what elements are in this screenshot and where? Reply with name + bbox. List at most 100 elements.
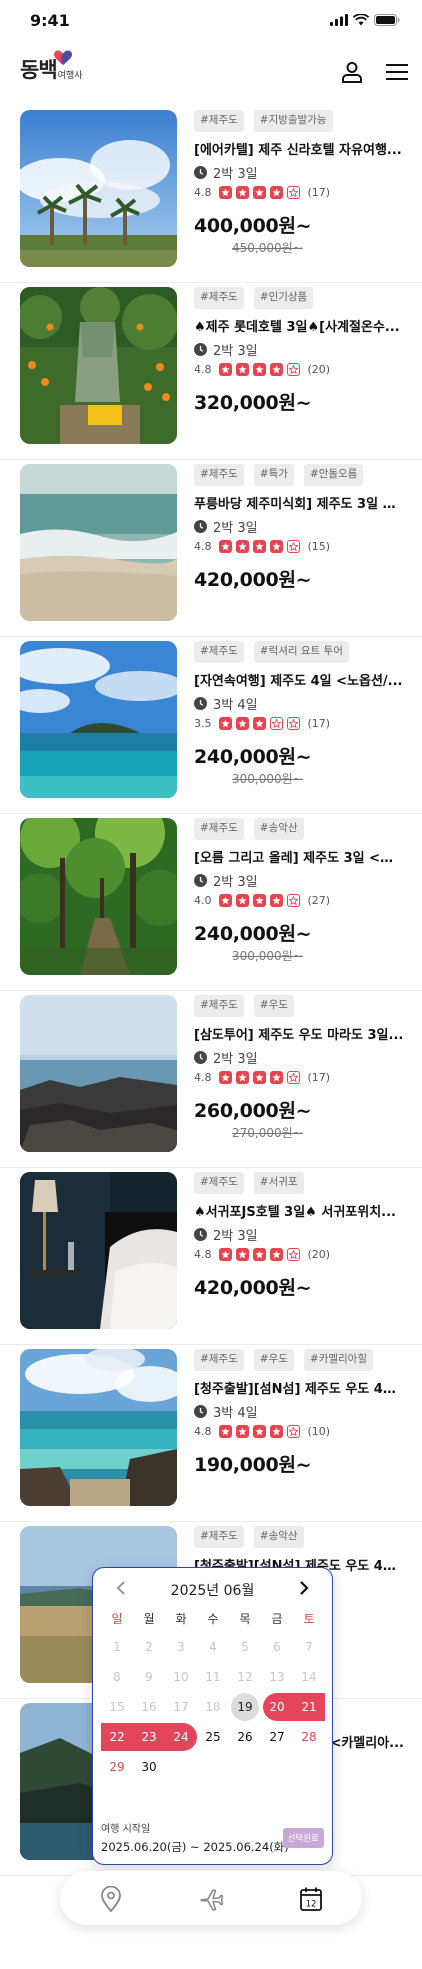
- menu-icon: [386, 64, 408, 80]
- tag[interactable]: #럭셔리 요트 투어: [253, 641, 349, 663]
- tag[interactable]: #제주도: [194, 1526, 244, 1548]
- duration-text: 2박 3일: [213, 167, 258, 182]
- rating-value: 4.8: [194, 363, 212, 376]
- product-title[interactable]: 푸릉바당 제주미식회] 제주도 3일 <...: [194, 493, 404, 512]
- calendar-day-range-start[interactable]: 20: [261, 1693, 293, 1721]
- wifi-icon: [353, 14, 369, 26]
- product-image-tangerine-farm[interactable]: [20, 287, 177, 444]
- star-filled-icon: [269, 1248, 283, 1261]
- star-filled-icon: [235, 186, 249, 199]
- tag[interactable]: #우도: [253, 1349, 294, 1371]
- product-title[interactable]: [자연속여행] 제주도 4일 <노옵션/...: [194, 670, 404, 689]
- product-image-hotel-room[interactable]: [20, 1172, 177, 1329]
- duration-text: 2박 3일: [213, 1052, 258, 1067]
- tag[interactable]: #제주도: [194, 110, 244, 132]
- tag[interactable]: #인기상품: [253, 287, 314, 309]
- calendar-day: 7: [305, 1640, 313, 1654]
- tag[interactable]: #카멜리아힐: [303, 1349, 374, 1371]
- tag-list: #제주도 #송악산: [194, 1526, 404, 1548]
- user-button[interactable]: [338, 58, 366, 86]
- product-card[interactable]: #제주도 #서귀포 ♠서귀포JS호텔 3일♠ 서귀포위치... 2박 3일 4.…: [0, 1168, 422, 1345]
- calendar-day: 1: [113, 1640, 121, 1654]
- weekday-label: 금: [271, 1612, 283, 1626]
- product-image-beach-waves[interactable]: [20, 464, 177, 621]
- tag[interactable]: #특가: [253, 464, 294, 486]
- calendar-header: 2025년 06월: [93, 1578, 332, 1600]
- weekday-label: 토: [303, 1612, 315, 1626]
- product-image-palm-trees[interactable]: [20, 110, 177, 267]
- tag[interactable]: #서귀포: [253, 1172, 304, 1194]
- tag[interactable]: #안돌오름: [303, 464, 364, 486]
- tag[interactable]: #제주도: [194, 641, 244, 663]
- tag[interactable]: #송악산: [253, 818, 304, 840]
- calendar-day-selected[interactable]: 23: [133, 1723, 165, 1751]
- calendar-day[interactable]: 26: [229, 1723, 261, 1751]
- star-empty-icon: [286, 186, 300, 199]
- rating-value: 4.0: [194, 894, 212, 907]
- nav-map[interactable]: [96, 1884, 126, 1914]
- product-image-rocky-coast[interactable]: [20, 995, 177, 1152]
- star-filled-icon: [235, 717, 249, 730]
- product-card[interactable]: #제주도 #럭셔리 요트 투어 [자연속여행] 제주도 4일 <노옵션/... …: [0, 637, 422, 814]
- calendar-day: 3: [177, 1640, 185, 1654]
- airplane-icon: [200, 1889, 224, 1911]
- weekday-row: 일 월 화 수 목 금 토: [101, 1610, 325, 1627]
- product-card[interactable]: #제주도 #인기상품 ♠제주 롯데호텔 3일♠[사계절온수... 2박 3일 4…: [0, 283, 422, 460]
- tag[interactable]: #송악산: [253, 1526, 304, 1548]
- product-image-island-sea[interactable]: [20, 641, 177, 798]
- tag[interactable]: #제주도: [194, 464, 244, 486]
- star-filled-icon: [235, 1425, 249, 1438]
- product-title[interactable]: ♠서귀포JS호텔 3일♠ 서귀포위치...: [194, 1201, 404, 1220]
- tag[interactable]: #제주도: [194, 287, 244, 309]
- duration-text: 3박 4일: [213, 698, 258, 713]
- chevron-right-icon[interactable]: [298, 1580, 310, 1596]
- product-info: #제주도 #인기상품 ♠제주 롯데호텔 3일♠[사계절온수... 2박 3일 4…: [194, 287, 404, 415]
- product-card[interactable]: #제주도 #특가 #안돌오름 푸릉바당 제주미식회] 제주도 3일 <... 2…: [0, 460, 422, 637]
- product-price: 190,000원~: [194, 1454, 312, 1476]
- product-title[interactable]: [청주출발][섬N섬] 제주도 우도 4일...: [194, 1378, 404, 1397]
- calendar-day[interactable]: 29: [101, 1753, 133, 1781]
- review-count: (10): [307, 1425, 331, 1438]
- product-card[interactable]: #제주도 #송악산 [오름 그리고 올레] 제주도 3일 <카... 2박 3일…: [0, 814, 422, 991]
- clock-icon: [194, 874, 207, 887]
- nav-flights[interactable]: [196, 1884, 226, 1914]
- product-duration: 2박 3일: [194, 1048, 404, 1067]
- tag[interactable]: #우도: [253, 995, 294, 1017]
- product-title[interactable]: [삼도투어] 제주도 우도 마라도 3일...: [194, 1024, 404, 1043]
- tag[interactable]: #제주도: [194, 1172, 244, 1194]
- star-empty-icon: [286, 894, 300, 907]
- calendar-day[interactable]: 25: [197, 1723, 229, 1751]
- calendar-day-selected[interactable]: 22: [101, 1723, 133, 1751]
- weekday-label: 일: [111, 1612, 123, 1626]
- calendar-day-today[interactable]: 19: [231, 1693, 259, 1721]
- clock-icon: [194, 166, 207, 179]
- calendar-day[interactable]: 27: [261, 1723, 293, 1751]
- nav-calendar[interactable]: 12: [296, 1884, 326, 1914]
- product-title[interactable]: [에어카텔] 제주 신라호텔 자유여행...: [194, 139, 404, 158]
- product-image-turquoise-bay[interactable]: [20, 1349, 177, 1506]
- product-card[interactable]: #제주도 #지방출발가능 [에어카텔] 제주 신라호텔 자유여행... 2박 3…: [0, 106, 422, 283]
- rating-value: 4.8: [194, 1425, 212, 1438]
- tag[interactable]: #제주도: [194, 1349, 244, 1371]
- star-filled-icon: [252, 363, 266, 376]
- clock-icon: [194, 1405, 207, 1418]
- product-card[interactable]: #제주도 #우도 [삼도투어] 제주도 우도 마라도 3일... 2박 3일 4…: [0, 991, 422, 1168]
- calendar-day[interactable]: 28: [293, 1723, 325, 1751]
- tag[interactable]: #지방출발가능: [253, 110, 333, 132]
- product-rating: 4.0 (27): [194, 894, 404, 907]
- confirm-button[interactable]: 선택완료: [282, 1828, 324, 1848]
- calendar-day-selected[interactable]: 21: [293, 1693, 325, 1721]
- product-card[interactable]: #제주도 #우도 #카멜리아힐 [청주출발][섬N섬] 제주도 우도 4일...…: [0, 1345, 422, 1522]
- logo[interactable]: 동백 여행사: [20, 50, 82, 84]
- menu-button[interactable]: [383, 58, 411, 86]
- star-filled-icon: [252, 1425, 266, 1438]
- calendar-day-range-end[interactable]: 24: [165, 1723, 197, 1751]
- tag[interactable]: #제주도: [194, 995, 244, 1017]
- product-title[interactable]: ♠제주 롯데호텔 3일♠[사계절온수...: [194, 316, 404, 335]
- original-price: 270,000원~: [232, 1126, 303, 1140]
- product-image-forest-trail[interactable]: [20, 818, 177, 975]
- product-rating: 3.5 (17): [194, 717, 404, 730]
- calendar-day[interactable]: 30: [133, 1753, 165, 1781]
- tag[interactable]: #제주도: [194, 818, 244, 840]
- product-title[interactable]: [오름 그리고 올레] 제주도 3일 <카...: [194, 847, 404, 866]
